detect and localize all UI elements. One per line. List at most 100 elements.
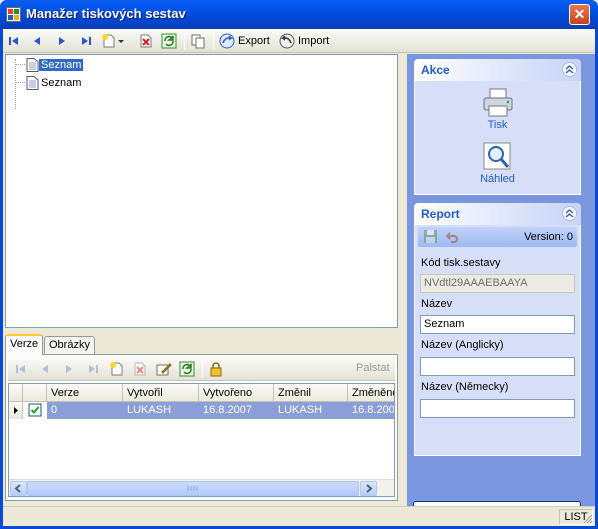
- first-icon: [9, 37, 18, 45]
- last-record-button[interactable]: [79, 32, 93, 50]
- collapse-report-button[interactable]: [562, 206, 577, 221]
- report-group-title: Report: [421, 207, 460, 221]
- cell-zmenil[interactable]: LUKASH: [274, 402, 348, 419]
- delete-version-button[interactable]: [132, 360, 148, 378]
- export-button[interactable]: Export: [219, 32, 270, 50]
- document-icon: [26, 75, 39, 90]
- delete-record-button[interactable]: [138, 32, 154, 50]
- row-selector[interactable]: [9, 402, 23, 419]
- refresh-versions-button[interactable]: [179, 360, 195, 378]
- column-header[interactable]: Verze: [47, 384, 123, 402]
- current-row-arrow-icon: [14, 407, 18, 414]
- tree-item[interactable]: Seznam: [26, 57, 84, 72]
- last-version-button[interactable]: [86, 360, 100, 378]
- actions-group-header[interactable]: Akce: [414, 59, 581, 81]
- versions-grid: Verze Vytvořil Vytvořeno Změnil Změněno …: [8, 383, 395, 497]
- previous-icon: [42, 365, 48, 373]
- tab-obrazky[interactable]: Obrázky: [44, 336, 95, 354]
- row-header-corner: [9, 384, 23, 402]
- check-cell[interactable]: [23, 402, 47, 419]
- report-group-header[interactable]: Report: [414, 203, 581, 225]
- app-icon: [6, 7, 21, 22]
- chevron-down-icon: [118, 40, 124, 43]
- new-record-button[interactable]: [101, 32, 125, 50]
- cell-verze[interactable]: 0: [47, 402, 123, 419]
- title-bar[interactable]: Manažer tiskových sestav ✕: [0, 0, 598, 29]
- import-label: Import: [298, 35, 330, 47]
- previous-icon: [34, 37, 40, 45]
- name-english-label: Název (Anglicky): [421, 339, 504, 351]
- delete-icon: [134, 362, 146, 376]
- new-document-icon: [110, 362, 123, 376]
- export-icon: [219, 33, 235, 49]
- scroll-thumb[interactable]: [27, 481, 359, 496]
- next-icon: [59, 37, 65, 45]
- report-code-field[interactable]: NVdtl29AAAEBAAYA: [420, 274, 575, 293]
- last-icon: [82, 37, 91, 45]
- name-german-field[interactable]: [420, 399, 575, 418]
- check-column-header: [23, 384, 47, 402]
- versions-toolbar: Palstat: [8, 357, 395, 381]
- cell-vytvoril[interactable]: LUKASH: [123, 402, 199, 419]
- tree-item-label: Seznam: [41, 76, 82, 89]
- edit-icon: [156, 363, 172, 376]
- name-english-field[interactable]: [420, 357, 575, 376]
- name-german-label: Název (Německy): [421, 381, 509, 393]
- print-label: Tisk: [487, 119, 508, 131]
- save-icon[interactable]: [423, 229, 438, 244]
- next-version-button[interactable]: [62, 360, 76, 378]
- column-header[interactable]: Vytvořeno: [199, 384, 274, 402]
- undo-icon[interactable]: [445, 230, 459, 244]
- main-toolbar: Export Import: [3, 29, 595, 53]
- report-tree[interactable]: Seznam Seznam: [5, 54, 398, 328]
- horizontal-scrollbar[interactable]: [9, 479, 394, 496]
- print-action[interactable]: Tisk: [415, 88, 580, 131]
- tab-strip: Verze Obrázky: [5, 334, 398, 355]
- window-close-button[interactable]: ✕: [569, 4, 590, 25]
- cell-vytvoreno[interactable]: 16.8.2007: [199, 402, 274, 419]
- status-bar: LIST: [3, 506, 595, 526]
- cell-zmeneno[interactable]: 16.8.2007: [348, 402, 394, 419]
- copy-button[interactable]: [190, 32, 206, 50]
- first-record-button[interactable]: [7, 32, 21, 50]
- toolbar-separator: [202, 361, 203, 377]
- first-version-button[interactable]: [14, 360, 28, 378]
- task-panel: Akce Tisk Náhled Report Version: 0 Kód t…: [407, 54, 595, 525]
- refresh-button[interactable]: [161, 32, 177, 50]
- delete-icon: [140, 34, 152, 48]
- collapse-actions-button[interactable]: [562, 62, 577, 77]
- preview-action[interactable]: Náhled: [415, 142, 580, 185]
- version-label: Version: 0: [524, 231, 573, 243]
- column-header[interactable]: Vytvořil: [123, 384, 199, 402]
- chevron-right-icon: [366, 484, 373, 493]
- import-icon: [279, 33, 295, 49]
- double-chevron-up-icon: [565, 209, 574, 218]
- table-row[interactable]: 0 LUKASH 16.8.2007 LUKASH 16.8.2007: [9, 402, 394, 419]
- tab-verze[interactable]: Verze: [5, 334, 44, 355]
- next-icon: [66, 365, 72, 373]
- lock-button[interactable]: [208, 360, 224, 378]
- grip-icon: [187, 486, 198, 491]
- actions-group-body: Tisk Náhled: [414, 81, 581, 195]
- previous-version-button[interactable]: [38, 360, 52, 378]
- next-record-button[interactable]: [55, 32, 69, 50]
- tree-connector: [15, 64, 25, 65]
- edit-version-button[interactable]: [156, 360, 172, 378]
- tree-item[interactable]: Seznam: [26, 75, 83, 90]
- last-icon: [89, 365, 98, 373]
- scroll-left-button[interactable]: [10, 481, 27, 496]
- name-field[interactable]: Seznam: [420, 315, 575, 334]
- new-version-button[interactable]: [109, 360, 125, 378]
- checkbox-checked-icon[interactable]: [23, 402, 47, 419]
- palstat-button[interactable]: Palstat: [356, 362, 390, 374]
- previous-record-button[interactable]: [30, 32, 44, 50]
- versions-tab-panel: Palstat Verze Vytvořil Vytvořeno Změnil …: [5, 354, 398, 501]
- copy-icon: [191, 34, 205, 49]
- scroll-right-button[interactable]: [360, 481, 377, 496]
- app-window: Manažer tiskových sestav ✕ Export Import…: [0, 0, 598, 529]
- resize-grip-icon[interactable]: [583, 514, 593, 524]
- import-button[interactable]: Import: [279, 32, 329, 50]
- column-header[interactable]: Změnil: [274, 384, 348, 402]
- column-header[interactable]: Změněno: [348, 384, 394, 402]
- export-label: Export: [238, 35, 270, 47]
